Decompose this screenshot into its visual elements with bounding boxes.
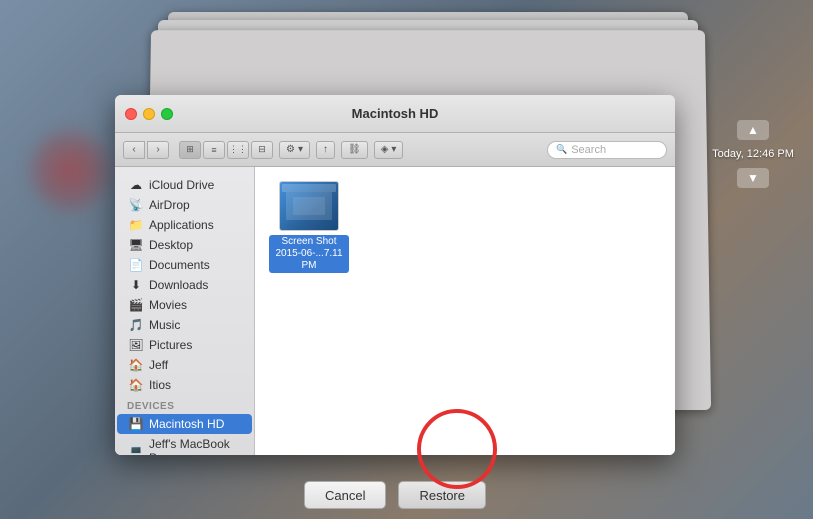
sidebar-item-pictures[interactable]: 🖼 Pictures: [117, 335, 252, 355]
dropbox-button[interactable]: ◈ ▾: [374, 141, 404, 159]
cover-flow-button[interactable]: ⊟: [251, 141, 273, 159]
sidebar-item-jeff[interactable]: 🏠 Jeff: [117, 355, 252, 375]
gear-icon: ⚙: [286, 144, 295, 155]
back-button[interactable]: ‹: [123, 141, 145, 159]
movies-icon: 🎬: [129, 298, 143, 312]
sidebar-item-airdrop[interactable]: 📡 AirDrop: [117, 195, 252, 215]
applications-icon: 📁: [129, 218, 143, 232]
content-area: ☁ iCloud Drive 📡 AirDrop 📁 Applications …: [115, 167, 675, 455]
desktop-icon: 🖥: [129, 238, 143, 252]
maximize-button[interactable]: [161, 108, 173, 120]
dropbox-icon: ◈: [381, 144, 389, 155]
share-button[interactable]: ↑: [316, 141, 335, 159]
sidebar-item-label: Music: [149, 318, 180, 332]
sidebar-item-label: Downloads: [149, 278, 208, 292]
tm-date: Today, 12:46 PM: [712, 148, 794, 160]
sidebar-item-label: Jeff's MacBook Pr...: [149, 437, 240, 455]
toolbar: ‹ › ⊞ ≡ ⋮⋮ ⊟ ⚙ ▾ ↑ ⛓ ◈ ▾ 🔍 Search: [115, 133, 675, 167]
close-button[interactable]: [125, 108, 137, 120]
restore-button[interactable]: Restore: [398, 481, 486, 509]
traffic-lights: [125, 108, 173, 120]
icloud-drive-icon: ☁: [129, 178, 143, 192]
sidebar-item-label: Applications: [149, 218, 214, 232]
sidebar-item-icloud-drive[interactable]: ☁ iCloud Drive: [117, 175, 252, 195]
file-area: Screen Shot 2015-06-...7.11 PM: [255, 167, 675, 455]
sidebar-item-itios[interactable]: 🏠 Itios: [117, 375, 252, 395]
screenshot-preview: [280, 182, 338, 230]
sidebar-item-music[interactable]: 🎵 Music: [117, 315, 252, 335]
bottom-buttons: Cancel Restore: [115, 481, 675, 509]
documents-icon: 📄: [129, 258, 143, 272]
search-box[interactable]: 🔍 Search: [547, 141, 667, 159]
forward-button[interactable]: ›: [147, 141, 169, 159]
cancel-button[interactable]: Cancel: [304, 481, 386, 509]
sidebar-item-jeffs-macbook[interactable]: 💻 Jeff's MacBook Pr...: [117, 434, 252, 455]
macintosh-hd-icon: 💾: [129, 417, 143, 431]
file-thumbnail: [279, 181, 339, 231]
search-placeholder: Search: [571, 144, 606, 156]
link-button[interactable]: ⛓: [341, 141, 368, 159]
finder-window: Macintosh HD ‹ › ⊞ ≡ ⋮⋮ ⊟ ⚙ ▾ ↑ ⛓ ◈ ▾: [115, 95, 675, 455]
mini-ui: [286, 192, 332, 221]
sidebar-item-movies[interactable]: 🎬 Movies: [117, 295, 252, 315]
time-machine-panel: ▲ Today, 12:46 PM ▼: [713, 120, 793, 188]
sidebar-item-label: Macintosh HD: [149, 417, 224, 431]
sidebar-item-label: Jeff: [149, 358, 168, 372]
window-title: Macintosh HD: [352, 106, 439, 121]
tm-down-arrow[interactable]: ▼: [737, 168, 769, 188]
link-icon: ⛓: [348, 144, 361, 155]
nav-buttons: ‹ ›: [123, 141, 169, 159]
minimize-button[interactable]: [143, 108, 155, 120]
action-button[interactable]: ⚙ ▾: [279, 141, 310, 159]
search-icon: 🔍: [556, 144, 567, 155]
jeffs-macbook-icon: 💻: [129, 444, 143, 455]
jeff-icon: 🏠: [129, 358, 143, 372]
airdrop-icon: 📡: [129, 198, 143, 212]
tm-up-arrow[interactable]: ▲: [737, 120, 769, 140]
title-bar: Macintosh HD: [115, 95, 675, 133]
sidebar-item-desktop[interactable]: 🖥 Desktop: [117, 235, 252, 255]
sidebar-item-label: Movies: [149, 298, 187, 312]
sidebar-item-label: AirDrop: [149, 198, 190, 212]
downloads-icon: ⬇: [129, 278, 143, 292]
music-icon: 🎵: [129, 318, 143, 332]
view-controls: ⊞ ≡ ⋮⋮ ⊟: [179, 141, 273, 159]
sidebar-item-downloads[interactable]: ⬇ Downloads: [117, 275, 252, 295]
column-view-button[interactable]: ⋮⋮: [227, 141, 249, 159]
action-dropdown-icon: ▾: [298, 144, 303, 155]
file-item-screenshot[interactable]: Screen Shot 2015-06-...7.11 PM: [265, 177, 353, 277]
itios-icon: 🏠: [129, 378, 143, 392]
sidebar-item-label: Documents: [149, 258, 210, 272]
dropbox-dropdown-icon: ▾: [391, 144, 396, 155]
sidebar-item-label: Desktop: [149, 238, 193, 252]
share-icon: ↑: [323, 144, 328, 155]
list-view-button[interactable]: ≡: [203, 141, 225, 159]
sidebar: ☁ iCloud Drive 📡 AirDrop 📁 Applications …: [115, 167, 255, 455]
sidebar-item-applications[interactable]: 📁 Applications: [117, 215, 252, 235]
pictures-icon: 🖼: [129, 338, 143, 352]
file-name: Screen Shot 2015-06-...7.11 PM: [269, 235, 349, 273]
sidebar-item-documents[interactable]: 📄 Documents: [117, 255, 252, 275]
devices-section-label: Devices: [115, 395, 254, 414]
sidebar-item-label: Itios: [149, 378, 171, 392]
sidebar-item-label: Pictures: [149, 338, 192, 352]
sidebar-item-macintosh-hd[interactable]: 💾 Macintosh HD: [117, 414, 252, 434]
icon-view-button[interactable]: ⊞: [179, 141, 201, 159]
sidebar-item-label: iCloud Drive: [149, 178, 214, 192]
